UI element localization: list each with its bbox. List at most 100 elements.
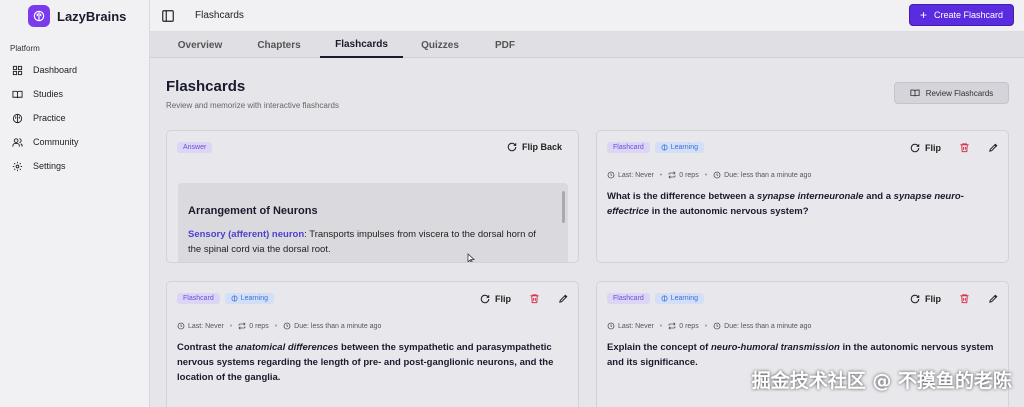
repeat-icon — [668, 171, 676, 179]
page-subtitle: Review and memorize with interactive fla… — [166, 101, 339, 110]
card-actions: Flip — [910, 293, 999, 304]
repeat-icon — [668, 322, 676, 330]
book-icon — [12, 90, 23, 98]
tab-pdf[interactable]: PDF — [480, 32, 530, 58]
flip-label: Flip — [925, 293, 941, 304]
scrollbar[interactable] — [562, 191, 565, 223]
create-flashcard-button[interactable]: + Create Flashcard — [908, 4, 1014, 26]
due-label: Due: less than a minute ago — [724, 322, 812, 330]
brain-icon — [231, 295, 238, 302]
book-open-icon — [910, 89, 920, 97]
tab-overview[interactable]: Overview — [165, 32, 235, 58]
sidebar-item-studies[interactable]: Studies — [0, 82, 149, 106]
trash-icon[interactable] — [959, 142, 970, 153]
dashboard-icon — [12, 65, 23, 75]
history-icon — [177, 322, 185, 330]
card-actions: Flip — [910, 142, 999, 153]
review-flashcards-button[interactable]: Review Flashcards — [894, 82, 1009, 104]
card-actions: Flip — [480, 293, 569, 304]
top-bar: Flashcards + Create Flashcard — [150, 0, 1024, 32]
clock-icon — [283, 322, 291, 330]
flashcard-answer[interactable]: Answer Flip Back Arrangement of Neurons … — [166, 130, 579, 263]
pointer-cursor-icon — [467, 253, 476, 262]
learning-badge: Learning — [224, 293, 274, 304]
flip-button[interactable]: Flip — [910, 294, 941, 304]
learning-badge: Learning — [654, 142, 704, 153]
trash-icon[interactable] — [529, 293, 540, 304]
answer-content[interactable]: Arrangement of Neurons Sensory (afferent… — [178, 183, 568, 262]
last-review-label: Last: Never — [618, 171, 654, 179]
question-term: anatomical differences — [235, 342, 339, 353]
sidebar-item-label: Studies — [33, 89, 64, 99]
question-term: neuro-humoral transmission — [711, 342, 840, 353]
flip-back-button[interactable]: Flip Back — [507, 142, 562, 152]
flashcard-badge: Flashcard — [607, 293, 650, 304]
flashcard[interactable]: Flashcard Learning Flip Last: Never • 0 … — [166, 281, 579, 407]
separator: • — [659, 171, 663, 179]
sidebar-item-settings[interactable]: Settings — [0, 154, 149, 178]
clock-icon — [713, 322, 721, 330]
reps-count: 0 reps — [668, 171, 699, 179]
reps-label: 0 reps — [679, 171, 699, 179]
flip-label: Flip — [925, 142, 941, 153]
sidebar-item-label: Practice — [33, 113, 66, 123]
users-icon — [12, 137, 23, 147]
reps-label: 0 reps — [249, 322, 269, 330]
badge-group: Flashcard Learning — [607, 142, 704, 153]
pencil-icon[interactable] — [558, 293, 569, 304]
last-review-label: Last: Never — [618, 322, 654, 330]
card-meta: Last: Never • 0 reps • Due: less than a … — [607, 171, 811, 179]
brand[interactable]: LazyBrains — [0, 0, 149, 32]
sidebar-item-practice[interactable]: Practice — [0, 106, 149, 130]
card-question: What is the difference between a synapse… — [607, 189, 996, 219]
brain-icon — [12, 113, 23, 123]
learning-label: Learning — [670, 144, 698, 151]
sidebar-item-label: Community — [33, 137, 79, 147]
rotate-icon — [507, 142, 517, 152]
question-text: and a — [863, 191, 894, 202]
pencil-icon[interactable] — [988, 142, 999, 153]
flashcard-badge: Flashcard — [607, 142, 650, 153]
question-text: in the autonomic nervous system? — [649, 206, 809, 217]
flashcard[interactable]: Flashcard Learning Flip Last: Never • 0 … — [596, 130, 1009, 263]
question-text: Contrast the — [177, 342, 236, 353]
sidebar-item-community[interactable]: Community — [0, 130, 149, 154]
tab-flashcards[interactable]: Flashcards — [320, 32, 403, 58]
repeat-icon — [238, 322, 246, 330]
card-actions: Flip Back — [507, 142, 562, 152]
flip-button[interactable]: Flip — [480, 294, 511, 304]
sidebar-item-dashboard[interactable]: Dashboard — [0, 58, 149, 82]
history-icon — [607, 171, 615, 179]
question-term: synapse interneuronale — [756, 191, 864, 202]
breadcrumb: Flashcards — [195, 10, 244, 21]
card-question: Contrast the anatomical differences betw… — [177, 340, 566, 385]
brain-icon — [661, 144, 668, 151]
due-date: Due: less than a minute ago — [283, 322, 381, 330]
brand-name: LazyBrains — [57, 8, 127, 24]
last-review: Last: Never — [607, 171, 654, 179]
clock-icon — [713, 171, 721, 179]
badge-group: Flashcard Learning — [607, 293, 704, 304]
tab-chapters[interactable]: Chapters — [244, 32, 314, 58]
create-flashcard-label: Create Flashcard — [933, 10, 1003, 20]
separator: • — [704, 322, 708, 330]
pencil-icon[interactable] — [988, 293, 999, 304]
question-text: Explain the concept of — [607, 342, 711, 353]
trash-icon[interactable] — [959, 293, 970, 304]
tab-quizzes[interactable]: Quizzes — [410, 32, 470, 58]
badge-group: Flashcard Learning — [177, 293, 274, 304]
reps-count: 0 reps — [668, 322, 699, 330]
separator: • — [659, 322, 663, 330]
due-label: Due: less than a minute ago — [294, 322, 382, 330]
flip-button[interactable]: Flip — [910, 143, 941, 153]
reps-count: 0 reps — [238, 322, 269, 330]
answer-title: Arrangement of Neurons — [188, 205, 318, 217]
plus-icon: + — [919, 8, 927, 22]
badge-group: Answer — [177, 142, 213, 153]
due-date: Due: less than a minute ago — [713, 171, 811, 179]
learning-badge: Learning — [654, 293, 704, 304]
flashcard-badge: Flashcard — [177, 293, 220, 304]
rotate-icon — [480, 294, 490, 303]
sidebar-toggle-icon[interactable] — [161, 9, 175, 23]
last-review: Last: Never — [607, 322, 654, 330]
